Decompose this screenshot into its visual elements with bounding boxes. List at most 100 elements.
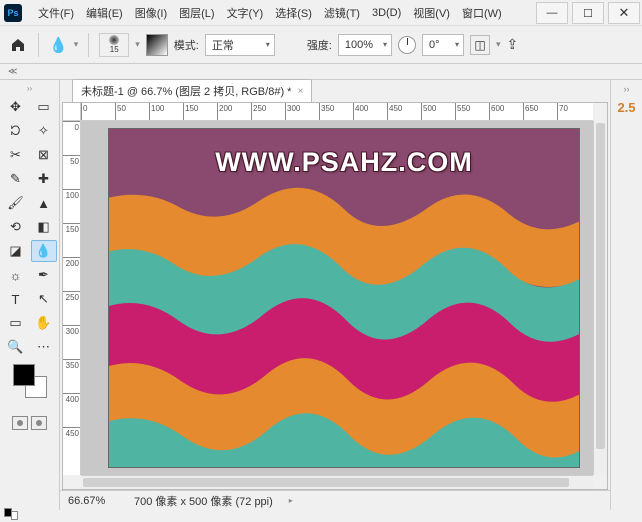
menu-type[interactable]: 文字(Y) [221,2,270,24]
ruler-tick: 600 [489,103,523,121]
menu-image[interactable]: 图像(I) [129,2,173,24]
angle-dial[interactable] [398,36,416,54]
mode-dropdown[interactable]: 正常 [205,34,275,56]
menu-window[interactable]: 窗口(W) [456,2,508,24]
menu-3d[interactable]: 3D(D) [366,4,407,22]
toolbox-expand-icon[interactable]: ›› [20,84,40,94]
quickmask-standard-icon[interactable] [12,416,28,430]
ruler-tick: 250 [63,291,80,325]
panel-collapse-icon[interactable]: ›› [611,84,642,94]
lasso-tool[interactable]: ᘰ [3,120,29,142]
strength-dropdown[interactable]: 100% [338,34,392,56]
status-zoom[interactable]: 66.67% [68,495,118,507]
canvas[interactable]: WWW.PSAHZ.COM [109,129,579,467]
panel-value[interactable]: 2.5 [611,100,642,115]
ruler-tick: 50 [63,155,80,189]
ruler-tick: 0 [81,103,115,121]
move-tool[interactable]: ✥ [3,96,29,118]
window-controls: — ☐ ✕ [534,0,642,26]
type-tool[interactable]: T [3,288,29,310]
blur-tool-icon: 💧 [49,36,68,54]
options-bar: 💧 ▾ 15 ▾ 模式: 正常 强度: 100% 0° ◫ ▾ ⇪ [0,26,642,64]
canvas-container: 0501001502002503003504004505005506006507… [62,102,608,490]
menu-edit[interactable]: 编辑(E) [80,2,129,24]
tab-strip: 未标题-1 @ 66.7% (图层 2 拷贝, RGB/8#) * × [60,80,610,102]
eyedropper-tool[interactable]: ✎ [3,168,29,190]
home-icon[interactable] [8,35,28,55]
canvas-viewport[interactable]: WWW.PSAHZ.COM [81,121,593,475]
ruler-tick: 100 [149,103,183,121]
color-swatches[interactable] [13,364,47,398]
edit-toolbar[interactable]: ⋯ [31,336,57,358]
mode-label: 模式: [174,37,199,53]
ruler-tick: 100 [63,189,80,223]
magic-wand-tool[interactable]: ✧ [31,120,57,142]
dodge-tool[interactable]: ☼ [3,264,29,286]
ruler-tick: 450 [387,103,421,121]
ruler-tick: 300 [63,325,80,359]
ruler-tick: 150 [183,103,217,121]
ruler-tick: 650 [523,103,557,121]
path-select-tool[interactable]: ↖ [31,288,57,310]
ruler-tick: 450 [63,427,80,461]
default-colors-icon[interactable] [4,508,18,522]
ruler-vertical[interactable]: 050100150200250300350400450 [63,121,81,475]
rectangle-tool[interactable]: ▭ [3,312,29,334]
gradient-tool[interactable]: ◪ [3,240,29,262]
scrollbar-vertical[interactable] [593,121,607,475]
chevron-left-icon: ≪ [8,66,17,77]
ruler-tick: 500 [421,103,455,121]
ruler-tick: 400 [353,103,387,121]
menu-select[interactable]: 选择(S) [269,2,318,24]
pen-tool[interactable]: ✒ [31,264,57,286]
zoom-tool[interactable]: 🔍 [3,336,29,358]
menu-bar: Ps 文件(F) 编辑(E) 图像(I) 图层(L) 文字(Y) 选择(S) 滤… [0,0,642,26]
artwork [109,129,579,467]
brush-preview[interactable]: 15 [99,33,129,57]
scrollbar-horizontal[interactable] [81,475,593,489]
ruler-tick: 550 [455,103,489,121]
close-button[interactable]: ✕ [608,2,640,24]
menu-view[interactable]: 视图(V) [407,2,456,24]
tablet-pressure-icon[interactable]: ◫ [470,35,490,55]
toolbox: ›› ✥ ▭ ᘰ ✧ ✂ ⊠ ✎ ✚ 🖌 ▲ ⟲ ◧ ◪ 💧 ☼ ✒ T ↖ ▭… [0,80,60,510]
brush-tool[interactable]: 🖌 [3,192,29,214]
maximize-button[interactable]: ☐ [572,2,604,24]
menu-layer[interactable]: 图层(L) [173,2,220,24]
divider [88,33,89,57]
history-brush-tool[interactable]: ⟲ [3,216,29,238]
document-tab[interactable]: 未标题-1 @ 66.7% (图层 2 拷贝, RGB/8#) * × [72,79,312,102]
ruler-tick: 400 [63,393,80,427]
minimize-button[interactable]: — [536,2,568,24]
ruler-tick: 300 [285,103,319,121]
collapse-strip[interactable]: ≪ [0,64,642,80]
status-dimensions[interactable]: 700 像素 x 500 像素 (72 ppi) [134,493,273,509]
blend-gradient-icon[interactable] [146,34,168,56]
right-panel: ›› 2.5 [610,80,642,510]
share-icon[interactable]: ⇪ [507,36,519,53]
frame-tool[interactable]: ⊠ [31,144,57,166]
foreground-color[interactable] [13,364,35,386]
angle-input[interactable]: 0° [422,34,464,56]
ruler-tick: 150 [63,223,80,257]
brush-size-value: 15 [110,45,119,54]
heal-tool[interactable]: ✚ [31,168,57,190]
ruler-origin[interactable] [63,103,81,121]
menu-filter[interactable]: 滤镜(T) [318,2,366,24]
menu-file[interactable]: 文件(F) [32,2,80,24]
status-bar: 66.67% 700 像素 x 500 像素 (72 ppi) ▸ [60,490,610,510]
document-area: 未标题-1 @ 66.7% (图层 2 拷贝, RGB/8#) * × 0501… [60,80,610,510]
quickmask-mask-icon[interactable] [31,416,47,430]
blur-tool[interactable]: 💧 [31,240,57,262]
stamp-tool[interactable]: ▲ [31,192,57,214]
ruler-horizontal[interactable]: 0501001502002503003504004505005506006507… [81,103,593,121]
hand-tool[interactable]: ✋ [31,312,57,334]
crop-tool[interactable]: ✂ [3,144,29,166]
eraser-tool[interactable]: ◧ [31,216,57,238]
ruler-tick: 200 [63,257,80,291]
canvas-watermark-text: WWW.PSAHZ.COM [109,147,579,178]
ruler-tick: 50 [115,103,149,121]
artboard-tool[interactable]: ▭ [31,96,57,118]
tab-close-icon[interactable]: × [297,86,303,97]
status-chevron-icon[interactable]: ▸ [289,496,293,505]
